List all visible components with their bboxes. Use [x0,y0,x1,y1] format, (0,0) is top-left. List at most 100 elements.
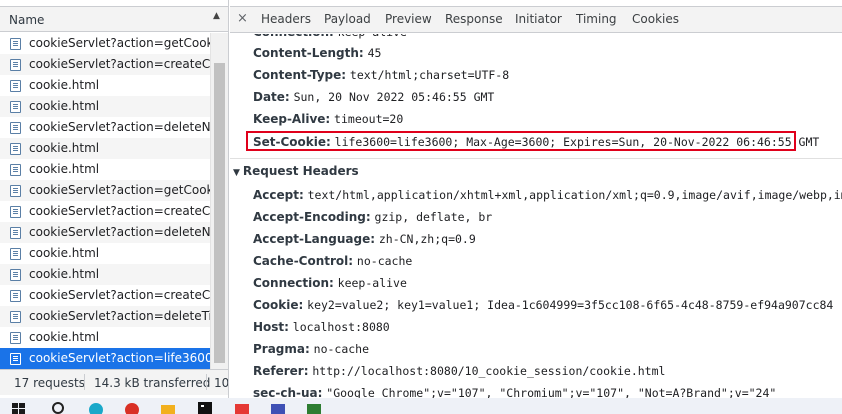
response-header-row: Content-Length: 45 [253,46,381,67]
section-divider [230,158,842,159]
header-key: Keep-Alive: [253,112,331,126]
document-icon [10,311,21,323]
request-row[interactable]: cookie.html [0,327,210,348]
request-name: cookie.html [29,267,100,281]
header-key: Set-Cookie: [253,135,331,149]
header-value: key2=value2; key1=value1; Idea-1c604999=… [307,298,834,312]
header-key: Host: [253,320,289,334]
document-icon [10,269,21,281]
header-key: Cookie: [253,298,304,312]
edge-browser-icon[interactable] [88,402,104,414]
request-header-row: Accept: text/html,application/xhtml+xml,… [253,188,842,209]
request-name: cookieServlet?action=life3600 [29,351,210,365]
tab-initiator[interactable]: Initiator [515,12,562,26]
request-row[interactable]: cookieServlet?action=life3600 [0,348,210,369]
request-header-row: Pragma: no-cache [253,342,369,363]
header-key: Accept: [253,188,304,202]
request-row[interactable]: cookieServlet?action=createCookie [0,285,210,306]
request-name: cookieServlet?action=createCookie [29,288,210,302]
details-tab-bar: × Headers Payload Preview Response Initiator… [230,6,842,33]
request-row[interactable]: cookie.html [0,75,210,96]
tab-preview[interactable]: Preview [385,12,432,26]
request-headers-title: Request Headers [242,164,359,178]
tab-response[interactable]: Response [445,12,503,26]
request-name: cookieServlet?action=deleteTime [29,309,210,323]
request-row[interactable]: cookieServlet?action=deleteNow [0,222,210,243]
document-icon [10,38,21,50]
windows-start-icon[interactable] [12,403,26,414]
tab-headers[interactable]: Headers [261,12,311,26]
request-row[interactable]: cookieServlet?action=getCookie [0,180,210,201]
document-icon [10,248,21,260]
intellij-icon[interactable] [198,402,212,414]
status-divider [84,374,85,390]
document-icon [10,143,21,155]
request-name: cookie.html [29,162,100,176]
request-list-scrollbar[interactable] [210,33,228,369]
app-icon-blue[interactable] [270,402,286,414]
windows-taskbar [0,398,842,414]
header-key: Connection: [253,34,334,39]
request-name: cookieServlet?action=deleteNow [29,225,210,239]
expand-triangle-icon: ▼ [233,168,240,178]
folder-icon[interactable] [160,402,176,414]
search-icon[interactable] [52,402,66,414]
header-value: life3600=life3600; Max-Age=3600; Expires… [334,135,820,149]
request-name: cookie.html [29,78,100,92]
document-icon [10,101,21,113]
header-value: http://localhost:8080/10_cookie_session/… [312,364,666,378]
header-key: Date: [253,90,290,104]
header-value: 45 [367,46,382,60]
request-row[interactable]: cookie.html [0,159,210,180]
app-icon-green[interactable] [306,402,322,414]
header-key: Referer: [253,364,309,378]
network-status-bar: 17 requests 14.3 kB transferred 10 [0,369,228,395]
document-icon [10,332,21,344]
header-value: text/html;charset=UTF-8 [349,68,510,82]
headers-content: ▼Request Headers Connection: keep-aliveC… [230,34,842,398]
name-column-header[interactable]: Name ▲ [0,6,228,32]
name-column-label: Name [9,13,45,27]
tab-timing[interactable]: Timing [576,12,617,26]
request-row[interactable]: cookie.html [0,138,210,159]
header-key: Content-Type: [253,68,347,82]
request-name: cookieServlet?action=getCookie [29,183,210,197]
header-key: Connection: [253,276,334,290]
header-value: keep-alive [338,34,407,39]
request-header-row: Cookie: key2=value2; key1=value1; Idea-1… [253,298,833,319]
header-value: keep-alive [337,276,407,290]
tab-payload[interactable]: Payload [324,12,371,26]
request-list: cookieServlet?action=getCookie cookieServ… [0,33,210,369]
request-row[interactable]: cookie.html [0,96,210,117]
response-header-row: Keep-Alive: timeout=20 [253,112,403,133]
request-headers-section-toggle[interactable]: ▼ Request Headers [233,164,359,178]
tab-cookies[interactable]: Cookies [632,12,679,26]
transferred-size: 14.3 kB transferred [94,376,211,390]
document-icon [10,164,21,176]
header-value: "Google Chrome";v="107", "Chromium";v="1… [326,386,777,398]
document-icon [10,227,21,239]
request-row[interactable]: cookie.html [0,264,210,285]
request-row[interactable]: cookieServlet?action=deleteNow [0,117,210,138]
request-name: cookie.html [29,246,100,260]
request-name: cookie.html [29,99,100,113]
scrollbar-thumb[interactable] [214,63,225,363]
header-value: no-cache [313,342,370,356]
header-value: timeout=20 [334,112,404,126]
chrome-icon[interactable] [124,402,140,414]
request-name: cookieServlet?action=createCookie [29,204,210,218]
request-details-panel: × Headers Payload Preview Response Initiator… [230,0,842,398]
request-row[interactable]: cookieServlet?action=createCookie [0,54,210,75]
sort-ascending-icon[interactable]: ▲ [213,11,220,21]
app-icon-red[interactable] [234,402,250,414]
request-header-row: Cache-Control: no-cache [253,254,412,275]
request-row[interactable]: cookieServlet?action=getCookie [0,33,210,54]
header-value: zh-CN,zh;q=0.9 [378,232,476,246]
close-icon[interactable]: × [237,11,248,26]
response-header-row: Date: Sun, 20 Nov 2022 05:46:55 GMT [253,90,494,111]
request-row[interactable]: cookieServlet?action=createCookie [0,201,210,222]
request-header-row: Host: localhost:8080 [253,320,390,341]
request-row[interactable]: cookieServlet?action=deleteTime [0,306,210,327]
request-row[interactable]: cookie.html [0,243,210,264]
header-value: text/html,application/xhtml+xml,applicat… [307,188,842,202]
